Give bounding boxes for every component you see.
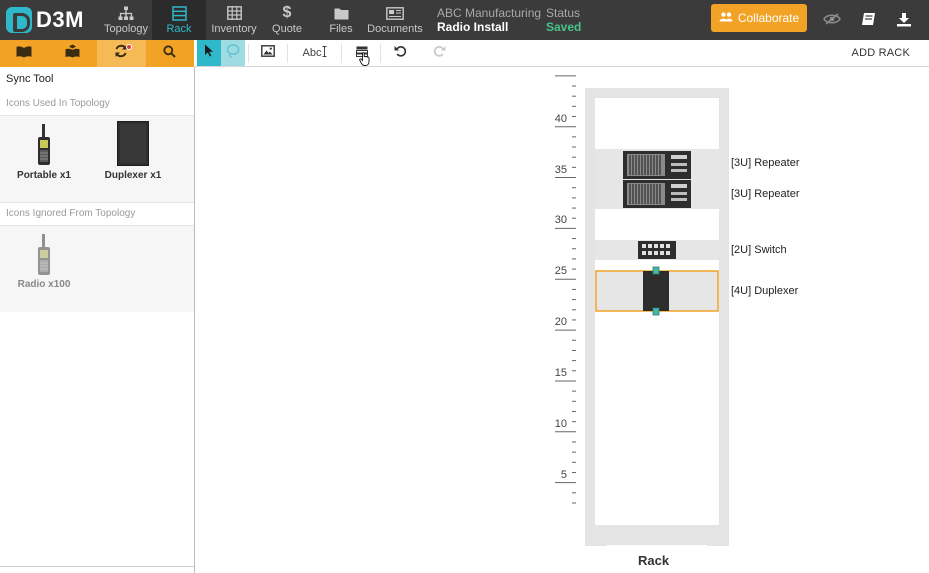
used-icons-tray [0, 116, 194, 202]
lasso-tool-button[interactable] [221, 40, 245, 66]
notification-dot [126, 44, 132, 50]
logo-icon [6, 7, 32, 33]
rack-toolbar: Abc ADD RACK [195, 40, 929, 67]
scale-label: 20 [554, 316, 567, 329]
users-icon [719, 11, 733, 25]
rack-device-repeater[interactable] [623, 180, 691, 208]
status-label: Status [546, 6, 581, 20]
add-device-button[interactable] [350, 40, 374, 66]
redo-icon [433, 44, 446, 62]
lasso-icon [226, 43, 240, 63]
scale-label: 5 [560, 468, 567, 481]
project-org: ABC Manufacturing [437, 6, 542, 20]
project-name: Radio Install [437, 20, 509, 34]
d3m-logo[interactable]: D3M [6, 5, 84, 35]
nav-item-documents[interactable]: Documents [366, 0, 424, 40]
scale-label: 15 [554, 366, 567, 379]
select-tool-button[interactable] [197, 40, 221, 66]
duplexer-icon[interactable] [117, 121, 149, 171]
radio-icon[interactable] [34, 234, 54, 281]
sync-tool-panel: Sync Tool Icons Used In Topology Portabl… [0, 67, 195, 573]
top-nav-bar: D3M Topology Rack Inventory $ Quote File… [0, 0, 929, 40]
image-icon [261, 44, 275, 62]
project-info[interactable]: ABC Manufacturing Radio Install [437, 6, 541, 34]
search-icon [163, 44, 176, 63]
scale-label: 25 [554, 265, 567, 278]
box-book-icon [65, 44, 80, 63]
add-rack-button[interactable]: ADD RACK [852, 47, 910, 59]
logo-text: D3M [36, 7, 84, 32]
collaborate-label: Collaborate [737, 11, 800, 25]
device-label-repeater[interactable]: [3U] Repeater [731, 188, 799, 200]
nav-label-rack: Rack [166, 22, 192, 35]
nav-item-files[interactable]: Files [318, 0, 364, 40]
save-status: Status Saved [546, 6, 581, 34]
scale-label: 35 [554, 163, 567, 176]
toolbar-separator [287, 44, 288, 63]
insert-image-button[interactable] [255, 40, 281, 66]
device-label-repeater[interactable]: [3U] Repeater [731, 157, 799, 169]
download-icon[interactable] [893, 8, 915, 30]
nav-label-topology: Topology [103, 22, 149, 35]
scale-label: 40 [554, 112, 567, 125]
rack-canvas[interactable]: [3U] Repeater [3U] Repeater [2U] Switch … [195, 67, 929, 573]
tab-catalog[interactable] [49, 40, 98, 67]
divider [0, 202, 194, 203]
ignored-icons-tray [0, 226, 194, 312]
nav-item-topology[interactable]: Topology [100, 0, 152, 40]
redo-button[interactable] [428, 40, 450, 66]
pointer-icon [204, 44, 214, 62]
book-icon[interactable] [858, 8, 880, 30]
text-tool-button[interactable]: Abc [299, 40, 331, 66]
documents-icon [386, 6, 404, 21]
status-value: Saved [546, 20, 582, 34]
nav-label-files: Files [329, 22, 353, 35]
folder-icon [334, 6, 349, 21]
portable-label: Portable x1 [17, 170, 71, 181]
nav-item-rack[interactable]: Rack [152, 0, 206, 40]
toolbar-separator [380, 44, 381, 63]
rack-device-duplexer[interactable] [595, 266, 719, 316]
nav-item-inventory[interactable]: Inventory [206, 0, 262, 40]
tab-library[interactable] [0, 40, 49, 67]
portable-radio-icon[interactable] [34, 124, 54, 171]
device-label-switch[interactable]: [2U] Switch [731, 244, 787, 256]
nav-item-quote[interactable]: $ Quote [262, 0, 312, 40]
rack-icon [171, 5, 187, 21]
tab-sync-tool[interactable] [97, 40, 146, 67]
undo-icon [394, 44, 407, 62]
panel-title: Sync Tool [6, 73, 54, 85]
scale-label: 30 [554, 214, 567, 227]
text-cursor-icon [322, 46, 327, 60]
scale-label: 10 [554, 417, 567, 430]
ignored-section-title: Icons Ignored From Topology [6, 208, 136, 219]
rack-scale [555, 75, 576, 504]
used-section-title: Icons Used In Topology [6, 98, 110, 109]
rack-title[interactable]: Rack [638, 553, 669, 568]
toolbar-separator [248, 44, 249, 63]
duplexer-label: Duplexer x1 [104, 170, 162, 181]
collaborate-button[interactable]: Collaborate [711, 4, 807, 32]
left-panel-tabs [0, 40, 194, 67]
device-label-duplexer[interactable]: [4U] Duplexer [731, 285, 798, 297]
undo-button[interactable] [389, 40, 411, 66]
nav-label-documents: Documents [367, 22, 423, 35]
toolbar-separator [341, 44, 342, 63]
radio-label: Radio x100 [17, 279, 71, 290]
nav-label-inventory: Inventory [211, 22, 257, 35]
inventory-icon [226, 6, 242, 21]
topology-icon [118, 6, 134, 21]
dollar-icon: $ [282, 4, 292, 21]
hide-icon[interactable] [821, 8, 843, 30]
text-tool-label: Abc [302, 47, 322, 59]
divider [0, 566, 194, 567]
open-book-icon [16, 45, 32, 63]
rack-device-switch[interactable] [595, 240, 719, 260]
nav-label-quote: Quote [272, 22, 302, 35]
tab-search[interactable] [146, 40, 195, 67]
